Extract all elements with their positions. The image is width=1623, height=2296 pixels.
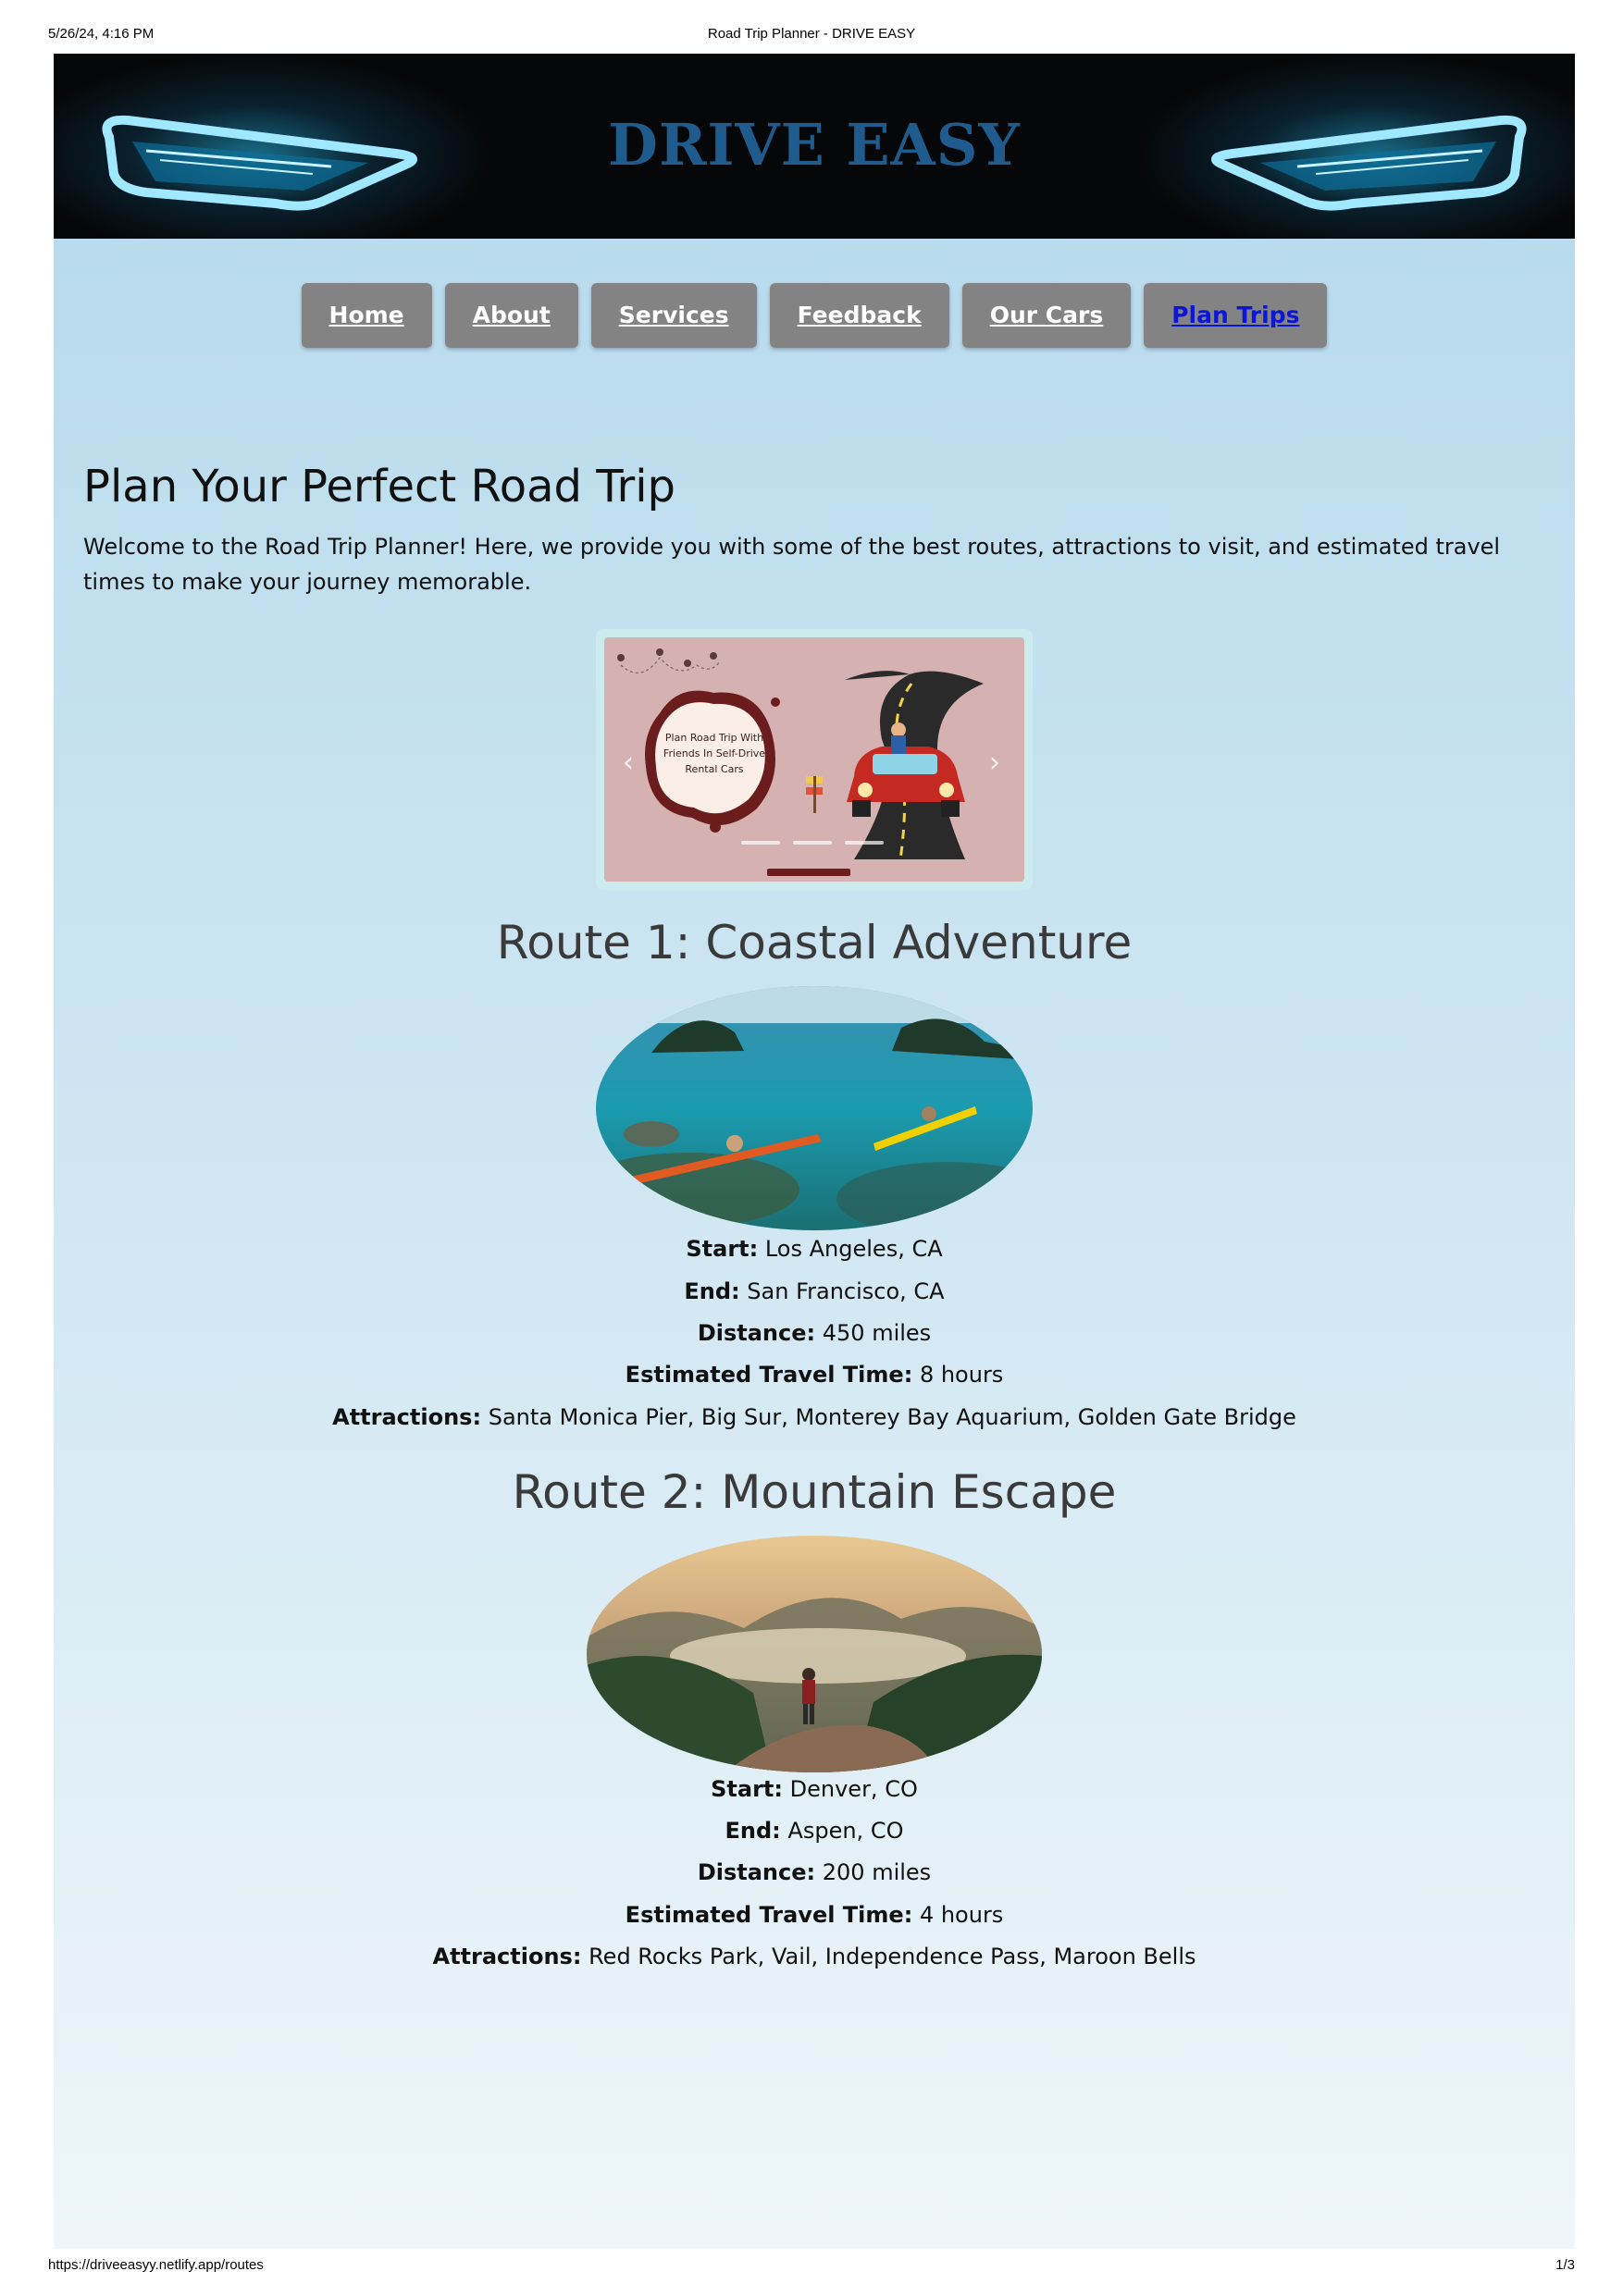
print-header: 5/26/24, 4:16 PM Road Trip Planner - DRI… xyxy=(0,26,1623,54)
site-logo-title: DRIVE EASY xyxy=(608,111,1021,179)
print-page-number: 1/3 xyxy=(1555,2257,1575,2273)
print-url: https://driveeasyy.netlify.app/routes xyxy=(48,2257,264,2273)
carousel-indicator[interactable] xyxy=(845,841,884,845)
route-1-end: End: San Francisco, CA xyxy=(684,1278,945,1304)
site-banner: DRIVE EASY xyxy=(54,54,1575,239)
page-title: Plan Your Perfect Road Trip xyxy=(83,461,676,512)
route-2-attractions: Attractions: Red Rocks Park, Vail, Indep… xyxy=(432,1944,1196,1969)
print-title: Road Trip Planner - DRIVE EASY xyxy=(707,26,916,42)
route-1-attractions: Attractions: Santa Monica Pier, Big Sur,… xyxy=(332,1404,1296,1430)
coastal-kayaking-image xyxy=(596,986,1033,1230)
route-2-start: Start: Denver, CO xyxy=(711,1776,918,1802)
nav-about-button[interactable]: About xyxy=(444,283,578,348)
trip-carousel: Plan Road Trip With Friends In Self-Driv… xyxy=(596,629,1033,890)
route-1-distance: Distance: 450 miles xyxy=(697,1320,932,1346)
route-2-travel-time: Estimated Travel Time: 4 hours xyxy=(625,1902,1004,1928)
chevron-left-icon[interactable]: ‹ xyxy=(623,747,634,779)
nav-home-button[interactable]: Home xyxy=(301,283,432,348)
route-1-title: Route 1: Coastal Adventure xyxy=(496,916,1133,969)
route-2-distance: Distance: 200 miles xyxy=(697,1859,932,1885)
nav-services-button[interactable]: Services xyxy=(590,283,757,348)
route-1-start: Start: Los Angeles, CA xyxy=(686,1236,943,1262)
carousel-slide: Plan Road Trip With Friends In Self-Driv… xyxy=(604,637,1024,882)
route-2-title: Route 2: Mountain Escape xyxy=(512,1465,1117,1519)
main-nav: Home About Services Feedback Our Cars Pl… xyxy=(54,283,1575,348)
nav-feedback-button[interactable]: Feedback xyxy=(769,283,949,348)
carousel-indicators xyxy=(741,841,889,846)
carousel-indicator[interactable] xyxy=(741,841,780,845)
chevron-right-icon[interactable]: › xyxy=(989,747,1000,779)
route-1-travel-time: Estimated Travel Time: 8 hours xyxy=(625,1362,1004,1388)
mountain-hiker-image xyxy=(587,1536,1042,1772)
intro-text: Welcome to the Road Trip Planner! Here, … xyxy=(83,534,1501,595)
carousel-card-text: Plan Road Trip With Friends In Self-Driv… xyxy=(663,732,766,775)
print-footer: https://driveeasyy.netlify.app/routes 1/… xyxy=(0,2257,1623,2285)
nav-our-cars-button[interactable]: Our Cars xyxy=(961,283,1132,348)
route-2-end: End: Aspen, CO xyxy=(725,1818,904,1844)
page-container: DRIVE EASY Home About Services Feedback … xyxy=(54,54,1575,2249)
carousel-indicator[interactable] xyxy=(793,841,832,845)
nav-plan-trips-button[interactable]: Plan Trips xyxy=(1144,283,1328,348)
